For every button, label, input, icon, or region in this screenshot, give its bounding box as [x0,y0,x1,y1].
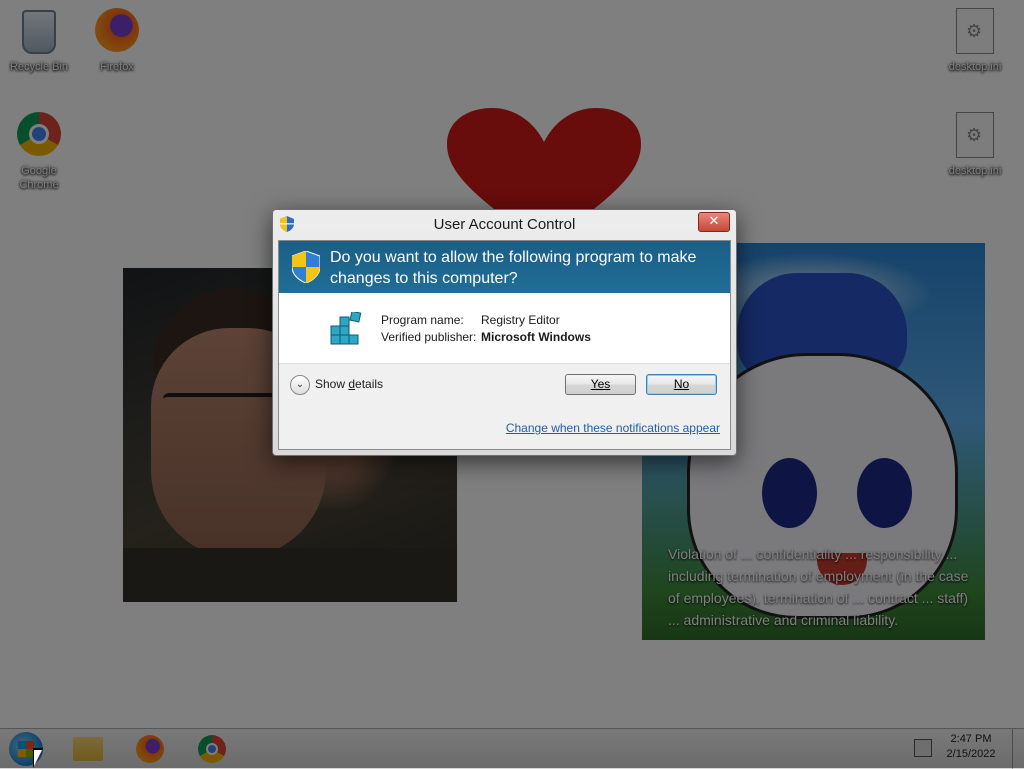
uac-question-banner: Do you want to allow the following progr… [279,241,730,293]
publisher-value: Microsoft Windows [481,330,591,344]
program-name-label: Program name: [381,313,464,327]
program-info: Program name: Registry Editor Verified pu… [279,293,730,363]
yes-button[interactable]: Yes [565,374,636,395]
no-button[interactable]: No [646,374,717,395]
registry-editor-icon [330,312,362,345]
uac-action-bar: ⌄ Show details Yes No [279,363,730,408]
uac-footer: Change when these notifications appear [279,407,730,449]
program-name-row: Program name: Registry Editor [381,313,560,327]
close-button[interactable]: ✕ [698,212,730,232]
uac-dialog: User Account Control ✕ Do you want to al… [272,209,737,456]
uac-title: User Account Control [433,216,576,233]
change-notifications-link[interactable]: Change when these notifications appear [506,421,720,435]
publisher-label: Verified publisher: [381,330,477,344]
uac-shield-icon [292,251,320,283]
mouse-cursor [34,750,42,766]
uac-question-text: Do you want to allow the following progr… [330,249,697,287]
uac-content: Do you want to allow the following progr… [278,240,731,450]
program-name-value: Registry Editor [481,313,560,327]
chevron-down-icon[interactable]: ⌄ [290,375,310,395]
publisher-row: Verified publisher: Microsoft Windows [381,330,591,344]
show-details-link[interactable]: Show details [315,377,383,391]
uac-titlebar[interactable]: User Account Control ✕ [273,210,736,240]
